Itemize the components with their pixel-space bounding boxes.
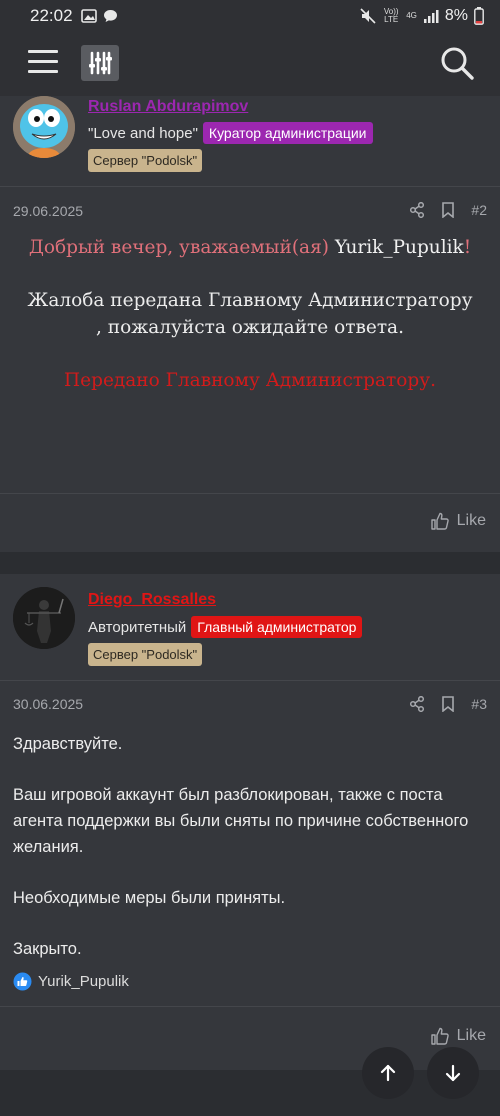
server-badge: Сервер "Podolsk" — [88, 149, 203, 172]
greeting-suffix: ! — [463, 237, 472, 258]
like-button[interactable]: Like — [430, 512, 486, 530]
gallery-icon — [80, 9, 97, 23]
post-2: Ruslan Abdurapimov "Love and hope" Курат… — [0, 96, 500, 552]
post-actions: #3 — [409, 696, 487, 712]
server-badge: Сервер "Podolsk" — [88, 643, 203, 666]
like-icon — [430, 1027, 449, 1045]
share-icon[interactable] — [409, 202, 425, 218]
reaction-user[interactable]: Yurik_Pupulik — [38, 973, 129, 990]
post-actions: #2 — [409, 202, 487, 218]
scroll-down-button[interactable] — [427, 1047, 479, 1099]
forwarded-status-text: Передано Главному Администратору. — [64, 370, 436, 391]
arrow-up-icon — [380, 1064, 396, 1082]
username[interactable]: Ruslan Abdurapimov — [88, 98, 248, 116]
reaction-summary[interactable]: Yurik_Pupulik — [13, 972, 129, 991]
username[interactable]: Diego_Rossalles — [88, 591, 216, 609]
post-date[interactable]: 29.06.2025 — [13, 203, 83, 219]
role-badge: Куратор администрации — [202, 122, 373, 144]
post-2-body: Добрый вечер, уважаемый(ая) Yurik_Pupuli… — [14, 234, 486, 394]
user-title: "Love and hope" — [88, 124, 198, 142]
avatar[interactable] — [13, 587, 75, 649]
status-bar: 22:02 Vo)) LTE 4G 8% — [0, 0, 500, 32]
paragraph-measures: Необходимые меры были приняты. — [13, 889, 286, 907]
chat-icon — [103, 10, 117, 22]
post-number[interactable]: #2 — [471, 202, 487, 218]
search-icon[interactable] — [438, 44, 476, 82]
like-label: Like — [456, 1027, 486, 1044]
app-bar — [0, 32, 500, 96]
paragraph-unblocked: Ваш игровой аккаунт был разблокирован, т… — [13, 786, 469, 856]
complaint-forwarded-text: Жалоба передана Главному Администратору … — [27, 290, 473, 338]
greeting-prefix: Добрый вечер, уважаемый(ая) — [28, 237, 335, 258]
greeting-line: Добрый вечер, уважаемый(ая) Yurik_Pupuli… — [14, 234, 486, 261]
like-label: Like — [456, 512, 486, 529]
share-icon[interactable] — [409, 696, 425, 712]
avatar[interactable] — [13, 96, 75, 158]
user-title-row: "Love and hope" Куратор администрации — [88, 122, 373, 144]
like-bar: Like — [0, 1006, 500, 1070]
menu-icon[interactable] — [28, 50, 58, 76]
battery-percent: 8% — [444, 7, 468, 24]
user-title-row: Авторитетный Главный администратор — [88, 616, 363, 638]
post-date[interactable]: 30.06.2025 — [13, 696, 83, 712]
volte-indicator: Vo)) LTE — [383, 7, 399, 24]
scroll-up-button[interactable] — [362, 1047, 414, 1099]
arrow-down-icon — [445, 1064, 461, 1082]
bookmark-icon[interactable] — [441, 202, 455, 218]
post-3-author: Diego_Rossalles Авторитетный Главный адм… — [0, 574, 500, 681]
signal-icon — [423, 10, 439, 23]
like-bar: Like — [0, 493, 500, 552]
network-type: 4G — [406, 11, 417, 20]
like-icon — [430, 512, 449, 530]
mute-icon — [360, 8, 376, 24]
greeting-name: Yurik_Pupulik — [334, 237, 464, 258]
status-time: 22:02 — [30, 6, 73, 25]
role-badge: Главный администратор — [191, 616, 363, 638]
like-reaction-icon — [13, 972, 32, 991]
user-title: Авторитетный — [88, 618, 187, 636]
paragraph-closed: Закрыто. — [13, 940, 82, 958]
post-3-body: Здравствуйте. Ваш игровой аккаунт был ра… — [13, 731, 483, 962]
battery-icon — [474, 7, 484, 25]
filter-icon[interactable] — [81, 45, 119, 81]
post-2-author: Ruslan Abdurapimov "Love and hope" Курат… — [0, 96, 500, 187]
post-3: Diego_Rossalles Авторитетный Главный адм… — [0, 574, 500, 1070]
bookmark-icon[interactable] — [441, 696, 455, 712]
paragraph-greeting: Здравствуйте. — [13, 735, 123, 753]
post-number[interactable]: #3 — [471, 696, 487, 712]
like-button[interactable]: Like — [430, 1027, 486, 1045]
